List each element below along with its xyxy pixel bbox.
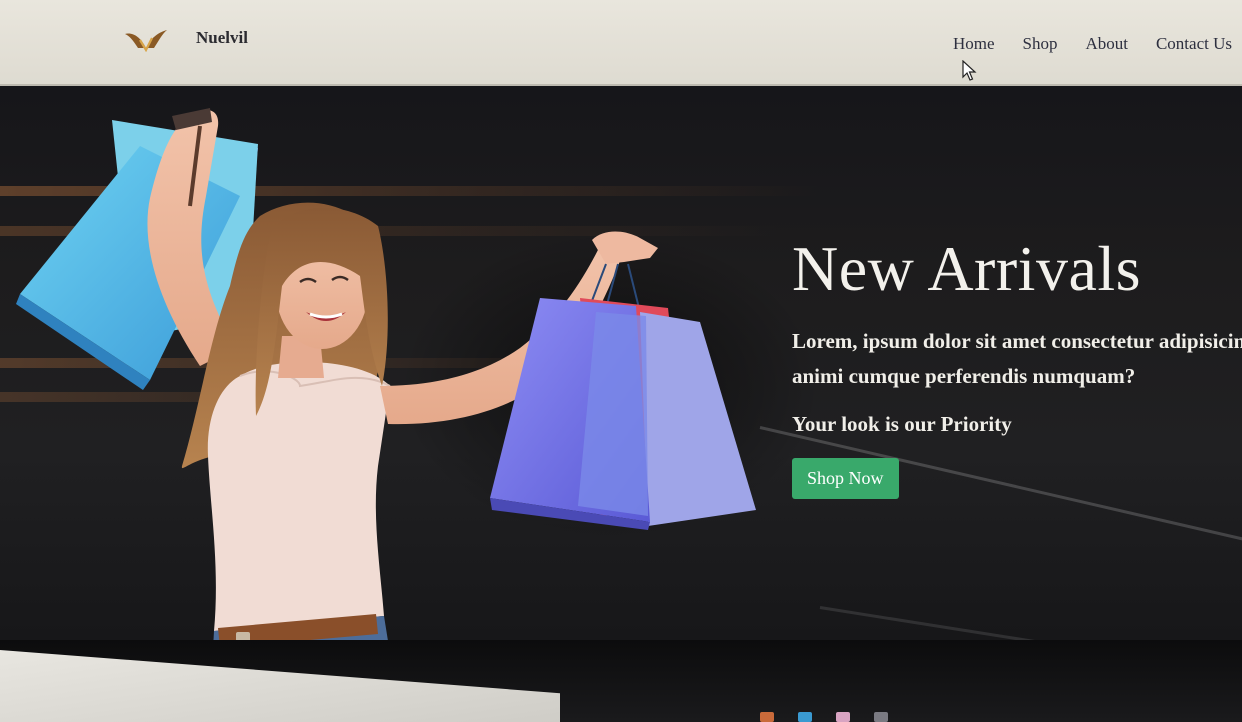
nav-menu: Home Shop About Contact Us [953,34,1232,54]
taskbar-app-icon[interactable] [874,712,888,722]
nav-link-home[interactable]: Home [953,34,995,54]
nav-link-contact[interactable]: Contact Us [1156,34,1232,54]
hero-description-line2: animi cumque perferendis numquam? [792,364,1136,389]
top-navbar: Nuelvil Home Shop About Contact Us [0,0,1242,86]
hero-description: Lorem, ipsum dolor sit amet consectetur … [792,324,1242,394]
taskbar-app-icon[interactable] [798,712,812,722]
taskbar-app-icon[interactable] [836,712,850,722]
hero-description-line1: Lorem, ipsum dolor sit amet consectetur … [792,329,1242,354]
hero-content: New Arrivals Lorem, ipsum dolor sit amet… [792,233,1242,500]
hero-image-woman-with-shopping-bags [16,108,756,668]
brand-name[interactable]: Nuelvil [196,28,248,48]
right-shopping-bags [490,263,756,530]
wings-logo-icon[interactable] [124,26,168,52]
nav-link-about[interactable]: About [1085,34,1128,54]
hero-tagline: Your look is our Priority [792,412,1012,437]
hero-title: New Arrivals [792,233,1142,304]
nav-link-shop[interactable]: Shop [1023,34,1058,54]
hero-banner: New Arrivals Lorem, ipsum dolor sit amet… [0,86,1242,696]
taskbar-app-icon[interactable] [760,712,774,722]
taskbar-icons [760,706,1060,722]
mouse-cursor-icon [962,60,977,81]
shop-now-button[interactable]: Shop Now [792,458,899,500]
